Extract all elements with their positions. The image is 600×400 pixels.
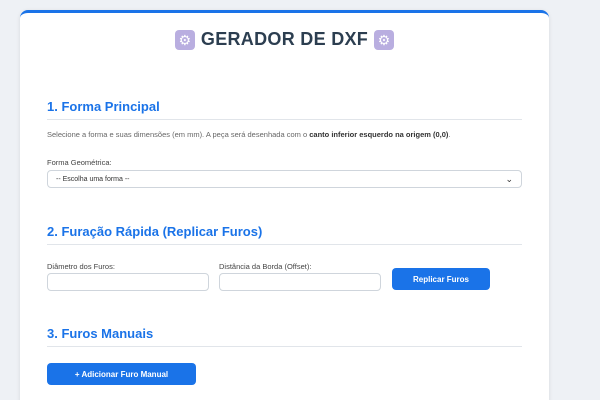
gear-icon: ⚙ — [374, 29, 395, 50]
page-title-row: ⚙ GERADOR DE DXF ⚙ — [47, 29, 522, 50]
chevron-down-icon: ⌄ — [505, 173, 513, 184]
shape-select[interactable]: -- Escolha uma forma -- ⌄ — [47, 170, 522, 188]
offset-label: Distância da Borda (Offset): — [219, 262, 312, 271]
diameter-label: Diâmetro dos Furos: — [47, 262, 115, 271]
add-manual-hole-button[interactable]: + Adicionar Furo Manual — [47, 363, 196, 385]
main-card: ⚙ GERADOR DE DXF ⚙ 1. Forma Principal Se… — [20, 10, 549, 400]
gear-icon: ⚙ — [174, 29, 195, 50]
diameter-input[interactable] — [47, 273, 209, 291]
description-suffix: . — [448, 130, 451, 139]
section-furos-manuais-title: 3. Furos Manuais — [47, 326, 522, 347]
page-title: GERADOR DE DXF — [200, 29, 369, 49]
description-bold-text: canto inferior esquerdo na origem (0,0) — [309, 130, 449, 139]
section-furacao-title: 2. Furação Rápida (Replicar Furos) — [47, 224, 522, 245]
offset-input[interactable] — [219, 273, 381, 291]
description-text: Selecione a forma e suas dimensões (em m… — [47, 130, 308, 139]
replicate-holes-button[interactable]: Replicar Furos — [392, 268, 490, 290]
shape-select-value: -- Escolha uma forma -- — [56, 175, 130, 183]
section-forma-principal-title: 1. Forma Principal — [47, 99, 522, 120]
section-forma-principal-description: Selecione a forma e suas dimensões (em m… — [47, 129, 522, 141]
shape-label: Forma Geométrica: — [47, 158, 112, 167]
